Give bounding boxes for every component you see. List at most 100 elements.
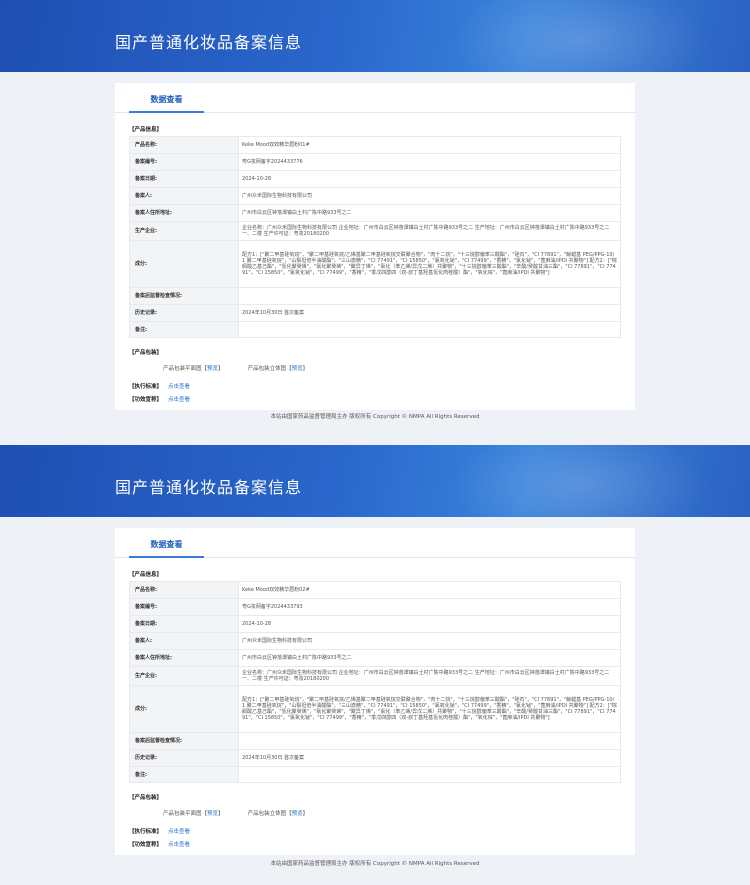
tab-bar: 数据查看 [115,528,635,558]
label-manufacturer: 生产企业: [129,221,239,241]
site-title: 国产普通化妆品备案信息 [115,478,303,497]
label-ingredients: 成分: [129,685,239,733]
value-supervision [238,732,621,750]
standard-view-link[interactable]: 点击查看 [168,827,190,835]
table-row: 生产企业: 企业名称：广州众禾国际生物科技有限公司 企业地址：广州市白云区钟落潭镇… [129,666,621,686]
bracket-close: 】 [218,366,224,372]
standard-label: 【执行标准】 [129,384,163,390]
value-record-no: 粤G妆网备字2024433793 [238,598,621,616]
table-row: 备案编号: 粤G妆网备字2024433776 [129,153,621,171]
record-card: 数据查看 【产品信息】 产品名称: Keke Mood双效精华眉粉02# 备案编号… [115,528,635,855]
label-supervision: 备案后监督检查情况: [129,287,239,305]
product-info-heading: 【产品信息】 [129,127,163,133]
product-info-table: 产品名称: Keke Mood双效精华眉粉01# 备案编号: 粤G妆网备字20244… [129,136,621,338]
table-row: 备案人: 广州众禾国际生物科技有限公司 [129,187,621,205]
package-solid: 产品包装立体图【预览】 [248,364,309,372]
standard-label: 【执行标准】 [129,829,163,835]
label-registrant: 备案人: [129,632,239,650]
tab-data-view[interactable]: 数据查看 [129,83,204,113]
preview-solid-link[interactable]: 预览 [292,366,303,372]
value-supervision [238,287,621,305]
package-flat-label: 产品包装平面图 [163,811,202,817]
table-row: 成分: 配方1：["聚二甲基硅氧烷"，"聚二甲基硅氧烷/乙烯基聚二甲基硅氧烷交联聚… [129,685,621,733]
record-card: 数据查看 【产品信息】 产品名称: Keke Mood双效精华眉粉01# 备案编号… [115,83,635,410]
label-name: 产品名称: [129,136,239,154]
table-row: 备注: [129,321,621,338]
value-ingredients: 配方1：["聚二甲基硅氧烷"，"聚二甲基硅氧烷/乙烯基聚二甲基硅氧烷交联聚合物"… [238,240,621,288]
bracket-close: 】 [218,811,224,817]
value-history: 2024年10月30日 首次备案 [238,749,621,767]
preview-flat-link[interactable]: 预览 [207,811,218,817]
record-page-1: 国产普通化妆品备案信息 数据查看 【产品信息】 产品名称: Keke Mood双效… [0,0,750,442]
package-flat: 产品包装平面图【预览】 [163,364,224,372]
package-heading: 【产品包装】 [129,795,163,801]
label-record-no: 备案编号: [129,153,239,171]
package-row: 产品包装平面图【预览】 产品包装立体图【预览】 [163,809,635,817]
label-address: 备案人住所地址: [129,204,239,222]
value-history: 2024年10月30日 首次备案 [238,304,621,322]
bracket-close: 】 [302,366,309,372]
efficacy-view-link[interactable]: 点击查看 [168,395,190,403]
product-info-table: 产品名称: Keke Mood双效精华眉粉02# 备案编号: 粤G妆网备字20244… [129,581,621,783]
package-flat: 产品包装平面图【预览】 [163,809,224,817]
value-remark [238,766,621,783]
tab-data-view[interactable]: 数据查看 [129,528,204,558]
value-registrant: 广州众禾国际生物科技有限公司 [238,187,621,205]
value-address: 广州市白云区钟落潭镇白土村广陈中路933号之二 [238,204,621,222]
label-registrant: 备案人: [129,187,239,205]
package-heading: 【产品包装】 [129,350,163,356]
value-name: Keke Mood双效精华眉粉02# [238,581,621,599]
table-row: 备案后监督检查情况: [129,287,621,305]
package-flat-label: 产品包装平面图 [163,366,202,372]
value-record-date: 2024-10-28 [238,615,621,633]
efficacy-row: 【功效宣称】 点击查看 [129,395,635,403]
label-address: 备案人住所地址: [129,649,239,667]
header-banner: 国产普通化妆品备案信息 [0,445,750,517]
value-address: 广州市白云区钟落潭镇白土村广陈中路933号之二 [238,649,621,667]
label-remark: 备注: [129,321,239,338]
value-name: Keke Mood双效精华眉粉01# [238,136,621,154]
efficacy-row: 【功效宣称】 点击查看 [129,840,635,848]
header-banner: 国产普通化妆品备案信息 [0,0,750,72]
table-row: 备案后监督检查情况: [129,732,621,750]
table-row: 备案人住所地址: 广州市白云区钟落潭镇白土村广陈中路933号之二 [129,204,621,222]
label-manufacturer: 生产企业: [129,666,239,686]
efficacy-label: 【功效宣称】 [129,397,163,403]
table-row: 备案人住所地址: 广州市白云区钟落潭镇白土村广陈中路933号之二 [129,649,621,667]
value-manufacturer: 企业名称：广州众禾国际生物科技有限公司 企业地址：广州市白云区钟落潭镇白土村广陈… [238,666,621,686]
table-row: 生产企业: 企业名称：广州众禾国际生物科技有限公司 企业地址：广州市白云区钟落潭镇… [129,221,621,241]
package-solid-label: 产品包装立体图 [247,811,287,817]
label-remark: 备注: [129,766,239,783]
preview-solid-link[interactable]: 预览 [292,811,303,817]
label-history: 历史记录: [129,749,239,767]
table-row: 备注: [129,766,621,783]
standard-view-link[interactable]: 点击查看 [168,382,190,390]
footer-copyright: 本站由国家药品监督管理局主办 版权所有 Copyright © NMPA All… [270,414,480,420]
product-info-heading: 【产品信息】 [129,572,163,578]
table-row: 历史记录: 2024年10月30日 首次备案 [129,304,621,322]
value-remark [238,321,621,338]
value-registrant: 广州众禾国际生物科技有限公司 [238,632,621,650]
value-record-no: 粤G妆网备字2024433776 [238,153,621,171]
preview-flat-link[interactable]: 预览 [207,366,218,372]
label-name: 产品名称: [129,581,239,599]
label-record-date: 备案日期: [129,170,239,188]
standard-row: 【执行标准】 点击查看 [129,382,635,390]
value-ingredients: 配方1：["聚二甲基硅氧烷"，"聚二甲基硅氧烷/乙烯基聚二甲基硅氧烷交联聚合物"… [238,685,621,733]
tab-bar: 数据查看 [115,83,635,113]
table-row: 备案日期: 2024-10-28 [129,170,621,188]
package-solid-label: 产品包装立体图 [247,366,287,372]
table-row: 备案人: 广州众禾国际生物科技有限公司 [129,632,621,650]
label-record-no: 备案编号: [129,598,239,616]
table-row: 备案日期: 2024-10-28 [129,615,621,633]
label-history: 历史记录: [129,304,239,322]
label-record-date: 备案日期: [129,615,239,633]
standard-row: 【执行标准】 点击查看 [129,827,635,835]
table-row: 产品名称: Keke Mood双效精华眉粉02# [129,581,621,599]
table-row: 备案编号: 粤G妆网备字2024433793 [129,598,621,616]
bracket-close: 】 [302,811,309,817]
value-record-date: 2024-10-28 [238,170,621,188]
table-row: 成分: 配方1：["聚二甲基硅氧烷"，"聚二甲基硅氧烷/乙烯基聚二甲基硅氧烷交联聚… [129,240,621,288]
efficacy-label: 【功效宣称】 [129,842,163,848]
efficacy-view-link[interactable]: 点击查看 [168,840,190,848]
